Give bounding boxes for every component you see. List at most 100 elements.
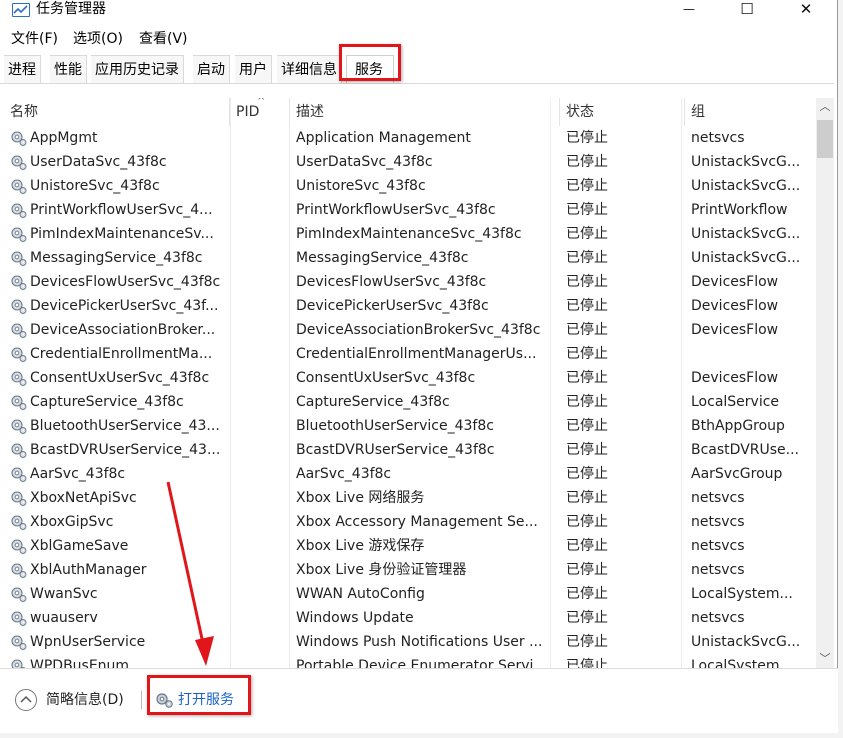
service-description: DeviceAssociationBrokerSvc_43f8c: [296, 322, 541, 338]
column-header-label: 组: [691, 104, 705, 120]
fewer-details-icon[interactable]: [15, 689, 37, 711]
tab-performance[interactable]: 性能: [50, 55, 87, 83]
table-row[interactable]: DevicesFlowUserSvc_43f8c DevicesFlowUserS…: [4, 270, 816, 294]
table-row[interactable]: DeviceAssociationBroker... DeviceAssociat…: [4, 318, 816, 342]
vertical-scrollbar[interactable]: ︿ ﹀: [816, 98, 834, 668]
table-row[interactable]: DevicePickerUserSvc_43f... DevicePickerUs…: [4, 294, 816, 318]
service-name: DeviceAssociationBroker...: [30, 322, 216, 338]
tab-users[interactable]: 用户: [235, 55, 272, 83]
menu-view[interactable]: 查看(V): [139, 30, 188, 48]
service-name-cell: BluetoothUserService_43...: [10, 414, 230, 438]
service-gear-icon: [10, 394, 27, 411]
title-bar[interactable]: 任务管理器 — ☐ ✕: [0, 0, 838, 28]
service-status: 已停止: [566, 346, 608, 362]
menu-file[interactable]: 文件(F): [11, 30, 58, 48]
tab-details[interactable]: 详细信息: [277, 55, 342, 83]
table-row[interactable]: MessagingService_43f8c MessagingService_4…: [4, 246, 816, 270]
service-name: DevicesFlowUserSvc_43f8c: [30, 274, 221, 290]
fewer-details-link[interactable]: 简略信息(D): [46, 690, 124, 710]
menu-options[interactable]: 选项(O): [73, 30, 123, 48]
table-row[interactable]: PimIndexMaintenanceSv... PimIndexMaintena…: [4, 222, 816, 246]
column-header-status[interactable]: 状态: [560, 98, 685, 126]
service-gear-icon: [10, 586, 27, 603]
footer-divider: [141, 691, 142, 709]
minimize-button[interactable]: —: [666, 0, 712, 18]
service-name-cell: WPDBusEnum: [10, 654, 230, 668]
service-name: WpnUserService: [30, 634, 146, 650]
service-description: Windows Update: [296, 610, 414, 626]
service-status: 已停止: [566, 130, 608, 146]
table-row[interactable]: WPDBusEnum Portable Device Enumerator Ser…: [4, 654, 816, 668]
service-status: 已停止: [566, 490, 608, 506]
table-row[interactable]: XblAuthManager Xbox Live 身份验证管理器 已停止 netsvc…: [4, 558, 816, 582]
service-name-cell: DevicePickerUserSvc_43f...: [10, 294, 230, 318]
table-row[interactable]: WpnUserService Windows Push Notifications…: [4, 630, 816, 654]
services-table: 名称 PID ^ 描述 状态 组 AppMgmt Application Mana…: [4, 98, 816, 668]
table-row[interactable]: ConsentUxUserSvc_43f8c ConsentUxUserSvc_4…: [4, 366, 816, 390]
table-row[interactable]: wuauserv Windows Update 已停止 netsvcs: [4, 606, 816, 630]
service-name-cell: DevicesFlowUserSvc_43f8c: [10, 270, 230, 294]
scroll-down-icon[interactable]: ﹀: [816, 650, 834, 668]
column-header-group[interactable]: 组: [685, 98, 816, 126]
table-row[interactable]: AarSvc_43f8c AarSvc_43f8c 已停止 AarSvcGroup: [4, 462, 816, 486]
service-name: MessagingService_43f8c: [30, 250, 203, 266]
service-gear-icon: [10, 418, 27, 435]
table-row[interactable]: BcastDVRUserService_43... BcastDVRUserSer…: [4, 438, 816, 462]
service-name: XblGameSave: [30, 538, 129, 554]
background-strip: [838, 0, 843, 738]
service-status: 已停止: [566, 298, 608, 314]
service-status: 已停止: [566, 322, 608, 338]
tab-app-history[interactable]: 应用历史记录: [91, 55, 184, 83]
tab-startup[interactable]: 启动: [193, 55, 230, 83]
service-name-cell: UserDataSvc_43f8c: [10, 150, 230, 174]
table-row[interactable]: XboxNetApiSvc Xbox Live 网络服务 已停止 netsvcs: [4, 486, 816, 510]
service-status: 已停止: [566, 226, 608, 242]
table-row[interactable]: XboxGipSvc Xbox Accessory Management Se..…: [4, 510, 816, 534]
table-row[interactable]: BluetoothUserService_43... BluetoothUserS…: [4, 414, 816, 438]
service-group: DevicesFlow: [691, 274, 779, 290]
tab-processes[interactable]: 进程: [4, 55, 41, 83]
service-description: Xbox Accessory Management Se...: [296, 514, 538, 530]
table-row[interactable]: UnistoreSvc_43f8c UnistoreSvc_43f8c 已停止 Uni…: [4, 174, 816, 198]
table-row[interactable]: AppMgmt Application Management 已停止 netsvcs: [4, 126, 816, 150]
table-row[interactable]: CredentialEnrollmentMa... CredentialEnrol…: [4, 342, 816, 366]
table-row[interactable]: PrintWorkflowUserSvc_4... PrintWorkflowUs…: [4, 198, 816, 222]
scroll-thumb[interactable]: [817, 120, 833, 158]
service-description: BluetoothUserService_43f8c: [296, 418, 494, 434]
close-icon: ✕: [799, 0, 813, 18]
tab-bar: 进程 性能 应用历史记录 启动 用户 详细信息 服务: [4, 55, 834, 83]
column-header-description[interactable]: 描述: [290, 98, 560, 126]
service-gear-icon: [10, 634, 27, 651]
service-name-cell: XblAuthManager: [10, 558, 230, 582]
service-description: DevicePickerUserSvc_43f8c: [296, 298, 489, 314]
service-status: 已停止: [566, 394, 608, 410]
service-name: ConsentUxUserSvc_43f8c: [30, 370, 210, 386]
service-description: Portable Device Enumerator Servi...: [296, 658, 547, 668]
service-name-cell: AarSvc_43f8c: [10, 462, 230, 486]
service-status: 已停止: [566, 178, 608, 194]
table-header: 名称 PID ^ 描述 状态 组: [4, 98, 816, 126]
close-button[interactable]: ✕: [783, 0, 829, 18]
minimize-icon: —: [683, 2, 695, 16]
sort-ascending-icon: ^: [257, 98, 266, 107]
service-group: netsvcs: [691, 610, 745, 626]
service-status: 已停止: [566, 466, 608, 482]
table-row[interactable]: XblGameSave Xbox Live 游戏保存 已停止 netsvcs: [4, 534, 816, 558]
tab-label: 启动: [197, 62, 225, 78]
service-name: PimIndexMaintenanceSv...: [30, 226, 214, 242]
service-gear-icon: [10, 514, 27, 531]
service-name: AarSvc_43f8c: [30, 466, 126, 482]
scroll-up-icon[interactable]: ︿: [816, 98, 834, 116]
table-row[interactable]: CaptureService_43f8c CaptureService_43f8c…: [4, 390, 816, 414]
table-row[interactable]: UserDataSvc_43f8c UserDataSvc_43f8c 已停止 Uni…: [4, 150, 816, 174]
menu-bar: 文件(F) 选项(O) 查看(V): [0, 28, 838, 50]
table-row[interactable]: WwanSvc WWAN AutoConfig 已停止 LocalSystem...: [4, 582, 816, 606]
maximize-button[interactable]: ☐: [724, 0, 770, 18]
background-strip-bottom: [0, 733, 843, 738]
column-header-name[interactable]: 名称: [4, 98, 230, 126]
column-header-label: 名称: [10, 104, 38, 120]
service-name: UserDataSvc_43f8c: [30, 154, 167, 170]
service-group: netsvcs: [691, 514, 745, 530]
service-name-cell: BcastDVRUserService_43...: [10, 438, 230, 462]
service-gear-icon: [10, 178, 27, 195]
